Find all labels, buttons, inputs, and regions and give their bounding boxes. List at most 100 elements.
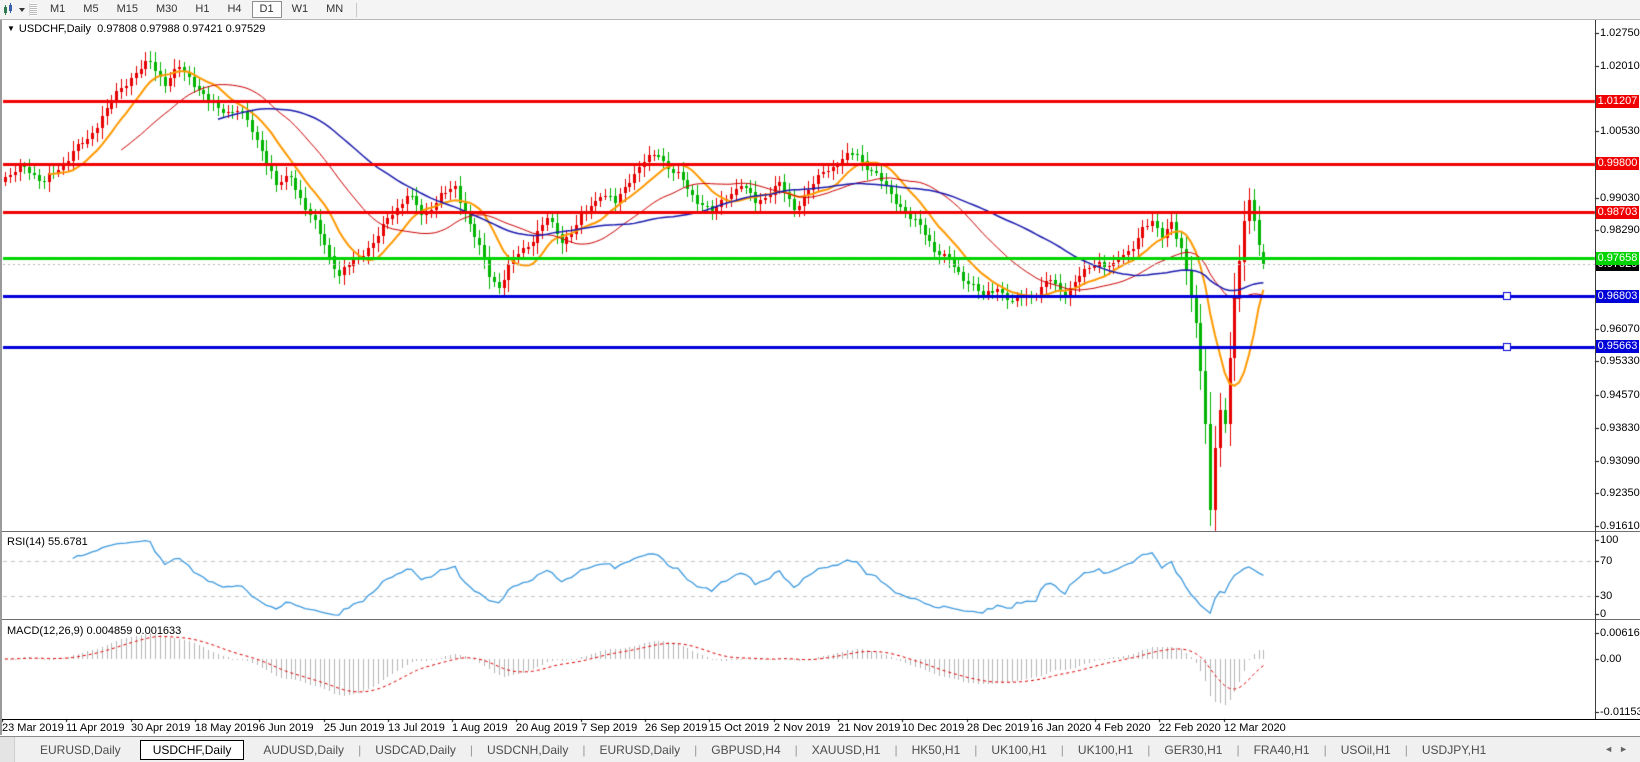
- chart-tab-usdchf-daily[interactable]: USDCHF,Daily: [140, 740, 245, 760]
- chart-ohlc-values: 0.97808 0.97988 0.97421 0.97529: [97, 23, 265, 35]
- tab-scroll-arrows[interactable]: ◄►: [1604, 744, 1634, 754]
- level-price-label-0.98703[interactable]: 0.98703: [1596, 206, 1639, 219]
- rsi-tick-label: 70: [1600, 555, 1612, 567]
- tab-separator: |: [1236, 743, 1239, 757]
- chart-tab-eurusd-daily[interactable]: EURUSD,Daily: [27, 740, 134, 760]
- window-left-border: [0, 19, 2, 735]
- chart-tab-usdjpy-h1[interactable]: USDJPY,H1: [1409, 740, 1499, 760]
- level-price-label-0.96803[interactable]: 0.96803: [1596, 290, 1639, 303]
- trading-platform-window: M1M5M15M30H1H4D1W1MN ▼ USDCHF,Daily 0.978…: [0, 0, 1640, 762]
- timeframe-button-h1[interactable]: H1: [187, 1, 217, 18]
- date-tick-label: 11 Apr 2019: [66, 722, 125, 734]
- rsi-pane-label: RSI(14) 55.6781: [7, 536, 88, 548]
- macd-tick-label: 0.006167: [1600, 627, 1640, 639]
- level-price-label-0.99800[interactable]: 0.99800: [1596, 157, 1639, 170]
- price-tick-label: 0.98290: [1600, 224, 1640, 236]
- collapse-triangle-icon[interactable]: ▼: [7, 24, 15, 33]
- chart-canvas[interactable]: [0, 0, 1640, 762]
- price-tick-label: 0.94570: [1600, 389, 1640, 401]
- chart-symbol-label: USDCHF,Daily: [19, 23, 91, 35]
- timeframe-button-m15[interactable]: M15: [109, 1, 146, 18]
- chart-tab-audusd-daily[interactable]: AUDUSD,Daily: [250, 740, 357, 760]
- chart-tab-usoil-h1[interactable]: USOil,H1: [1328, 740, 1404, 760]
- chart-tab-bar: EURUSD,DailyUSDCHF,DailyAUDUSD,Daily|USD…: [0, 736, 1640, 762]
- timeframe-buttons: M1M5M15M30H1H4D1W1MN: [41, 1, 352, 18]
- chart-tab-hk50-h1[interactable]: HK50,H1: [899, 740, 974, 760]
- tab-separator: |: [582, 743, 585, 757]
- tab-separator: |: [358, 743, 361, 757]
- date-tick-label: 26 Sep 2019: [645, 722, 707, 734]
- toolbar-separator: [356, 3, 357, 17]
- date-tick-label: 22 Feb 2020: [1159, 722, 1221, 734]
- chart-tab-eurusd-daily[interactable]: EURUSD,Daily: [586, 740, 693, 760]
- time-axis-line: [0, 719, 1640, 720]
- date-tick-label: 6 Jun 2019: [259, 722, 313, 734]
- price-scale-border: [1595, 19, 1596, 719]
- macd-tick-label: -0.011531: [1600, 706, 1640, 718]
- chart-tab-usdcnh-daily[interactable]: USDCNH,Daily: [474, 740, 581, 760]
- level-price-label-0.97658[interactable]: 0.97658: [1596, 252, 1639, 265]
- date-tick-label: 23 Mar 2019: [2, 722, 64, 734]
- rsi-tick-label: 0: [1600, 608, 1606, 620]
- pane-divider-main-rsi[interactable]: [0, 531, 1640, 533]
- tab-separator: |: [470, 743, 473, 757]
- scroll-left-icon[interactable]: ◄: [1604, 744, 1619, 754]
- date-tick-label: 25 Jun 2019: [324, 722, 385, 734]
- price-tick-label: 0.96070: [1600, 323, 1640, 335]
- toolbar-drag-handle[interactable]: [29, 3, 37, 16]
- price-tick-label: 0.91610: [1600, 520, 1640, 532]
- date-tick-label: 15 Oct 2019: [709, 722, 769, 734]
- timeframe-toolbar: M1M5M15M30H1H4D1W1MN: [0, 0, 1640, 20]
- scroll-right-icon[interactable]: ►: [1619, 744, 1634, 754]
- date-tick-label: 12 Mar 2020: [1224, 722, 1286, 734]
- tab-separator: |: [694, 743, 697, 757]
- chart-tab-ger30-h1[interactable]: GER30,H1: [1151, 740, 1235, 760]
- date-tick-label: 20 Aug 2019: [516, 722, 578, 734]
- price-tick-label: 1.02750: [1600, 27, 1640, 39]
- date-tick-label: 10 Dec 2019: [902, 722, 964, 734]
- chart-tab-uk100-h1[interactable]: UK100,H1: [1065, 740, 1146, 760]
- price-tick-label: 0.95330: [1600, 355, 1640, 367]
- timeframe-button-h4[interactable]: H4: [219, 1, 249, 18]
- timeframe-button-d1[interactable]: D1: [252, 1, 282, 18]
- date-tick-label: 4 Feb 2020: [1095, 722, 1151, 734]
- tab-separator: |: [1324, 743, 1327, 757]
- timeframe-button-m5[interactable]: M5: [75, 1, 106, 18]
- chart-tab-uk100-h1[interactable]: UK100,H1: [978, 740, 1059, 760]
- level-price-label-1.01207[interactable]: 1.01207: [1596, 95, 1639, 108]
- timeframe-button-mn[interactable]: MN: [318, 1, 351, 18]
- macd-tick-label: 0.00: [1600, 653, 1621, 665]
- chart-tab-xauusd-h1[interactable]: XAUUSD,H1: [799, 740, 894, 760]
- level-price-label-0.95663[interactable]: 0.95663: [1596, 340, 1639, 353]
- timeframe-button-m1[interactable]: M1: [42, 1, 73, 18]
- candlestick-glyph: [3, 3, 17, 16]
- timeframe-button-m30[interactable]: M30: [148, 1, 185, 18]
- tab-separator: |: [1061, 743, 1064, 757]
- chart-tab-usdcad-daily[interactable]: USDCAD,Daily: [362, 740, 469, 760]
- date-tick-label: 30 Apr 2019: [131, 722, 190, 734]
- tab-separator: |: [1405, 743, 1408, 757]
- price-tick-label: 1.00530: [1600, 125, 1640, 137]
- price-tick-label: 1.02010: [1600, 60, 1640, 72]
- chart-tab-fra40-h1[interactable]: FRA40,H1: [1241, 740, 1323, 760]
- date-tick-label: 18 May 2019: [195, 722, 259, 734]
- timeframe-button-w1[interactable]: W1: [284, 1, 317, 18]
- pane-divider-rsi-macd[interactable]: [0, 619, 1640, 621]
- date-tick-label: 7 Sep 2019: [581, 722, 637, 734]
- date-tick-label: 1 Aug 2019: [452, 722, 508, 734]
- rsi-tick-label: 30: [1600, 590, 1612, 602]
- chart-type-icon[interactable]: [3, 1, 25, 18]
- tab-separator: |: [974, 743, 977, 757]
- date-tick-label: 16 Jan 2020: [1031, 722, 1092, 734]
- price-tick-label: 0.99030: [1600, 192, 1640, 204]
- date-tick-label: 21 Nov 2019: [838, 722, 900, 734]
- tab-separator: |: [894, 743, 897, 757]
- price-tick-label: 0.92350: [1600, 487, 1640, 499]
- chart-tabs: EURUSD,DailyUSDCHF,DailyAUDUSD,Daily|USD…: [27, 740, 1499, 760]
- chevron-down-icon: [19, 8, 25, 12]
- date-tick-label: 13 Jul 2019: [388, 722, 445, 734]
- tab-separator: |: [795, 743, 798, 757]
- price-tick-label: 0.93090: [1600, 455, 1640, 467]
- chart-tab-gbpusd-h4[interactable]: GBPUSD,H4: [698, 740, 793, 760]
- date-tick-label: 28 Dec 2019: [967, 722, 1029, 734]
